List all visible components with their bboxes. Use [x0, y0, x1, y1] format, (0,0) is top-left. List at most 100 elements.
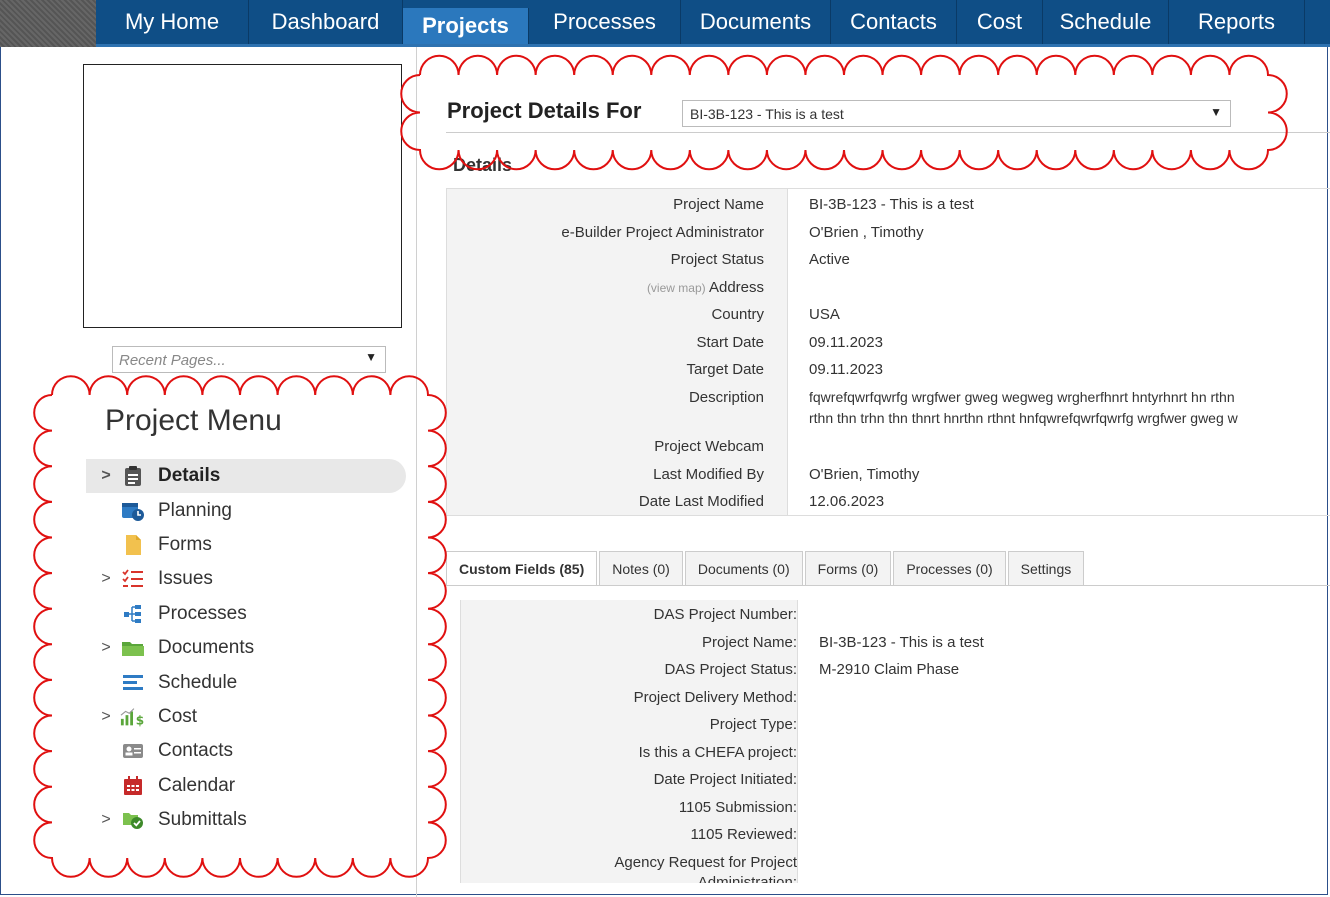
menu-item-label: Processes	[158, 602, 247, 624]
detail-label: Description	[688, 389, 764, 406]
menu-item-schedule[interactable]: Schedule	[86, 665, 406, 699]
menu-item-label: Forms	[158, 533, 212, 555]
tab-custom-fields[interactable]: Custom Fields (85)	[446, 551, 598, 586]
menu-item-label: Contacts	[158, 740, 233, 762]
menu-item-label: Issues	[158, 568, 213, 590]
detail-label: Project Status	[670, 251, 764, 268]
detail-value: 09.11.2023	[809, 361, 883, 378]
menu-item-issues[interactable]: > Issues	[86, 562, 406, 596]
detail-label: e-Builder Project Administrator	[561, 224, 764, 241]
nav-cost[interactable]: Cost	[957, 0, 1043, 44]
detail-label: Target Date	[686, 361, 764, 378]
nav-projects[interactable]: Projects	[403, 8, 529, 44]
menu-item-label: Submittals	[158, 809, 247, 831]
project-selector-value: BI-3B-123 - This is a test	[690, 106, 844, 122]
nav-reports[interactable]: Reports	[1169, 0, 1305, 44]
menu-item-cost[interactable]: > $ Cost	[86, 700, 406, 734]
tabs-divider	[446, 585, 1330, 586]
project-selector[interactable]: BI-3B-123 - This is a test ▼	[682, 100, 1231, 127]
schedule-bars-icon	[120, 672, 146, 694]
menu-item-label: Details	[158, 465, 221, 487]
menu-item-calendar[interactable]: Calendar	[86, 769, 406, 803]
folder-icon	[120, 637, 146, 659]
custom-field-label: Project Type:	[709, 716, 797, 733]
nav-schedule[interactable]: Schedule	[1043, 0, 1169, 44]
tab-notes[interactable]: Notes (0)	[599, 551, 683, 586]
tab-forms[interactable]: Forms (0)	[804, 551, 892, 586]
nav-logo-area	[0, 0, 96, 47]
sidebar-divider	[416, 47, 417, 897]
detail-value: 12.06.2023	[809, 493, 885, 510]
chevron-right-icon[interactable]: >	[86, 570, 116, 588]
menu-item-label: Planning	[158, 499, 232, 521]
custom-field-label: DAS Project Number:	[653, 606, 797, 623]
custom-field-label: Project Name:	[701, 634, 797, 651]
nav-contacts[interactable]: Contacts	[831, 0, 957, 44]
menu-item-label: Schedule	[158, 671, 238, 693]
menu-item-contacts[interactable]: Contacts	[86, 734, 406, 768]
custom-fields-table: DAS Project Number: Project Name: BI-3B-…	[460, 600, 1330, 883]
chevron-right-icon[interactable]: >	[86, 708, 116, 726]
chevron-right-icon[interactable]: >	[86, 639, 116, 657]
recent-pages-placeholder: Recent Pages...	[119, 352, 226, 369]
custom-field-label: DAS Project Status:	[664, 661, 797, 678]
project-menu-title: Project Menu	[105, 404, 282, 437]
custom-field-value: BI-3B-123 - This is a test	[819, 634, 984, 651]
calendar-clock-icon	[120, 500, 146, 522]
project-image-placeholder	[83, 64, 402, 328]
menu-item-processes[interactable]: Processes	[86, 597, 406, 631]
detail-value: 09.11.2023	[809, 334, 883, 351]
menu-item-documents[interactable]: > Documents	[86, 631, 406, 665]
custom-field-label: 1105 Submission:	[678, 799, 797, 816]
custom-field-label: 1105 Reviewed:	[690, 826, 797, 843]
tab-documents[interactable]: Documents (0)	[684, 551, 803, 586]
nav-dashboard[interactable]: Dashboard	[249, 0, 403, 44]
custom-field-label: Date Project Initiated:	[653, 771, 797, 788]
detail-label: Last Modified By	[653, 466, 764, 483]
detail-value: USA	[809, 306, 840, 323]
custom-field-label: Project Delivery Method:	[633, 689, 797, 706]
detail-value: rthn thn trhn thn thnrt hnrthn rthnt hnf…	[809, 410, 1238, 426]
top-navigation: My Home Dashboard Projects Processes Doc…	[96, 0, 1330, 47]
menu-item-forms[interactable]: Forms	[86, 528, 406, 562]
dropdown-caret-icon: ▼	[1210, 105, 1222, 119]
detail-value: O'Brien , Timothy	[809, 224, 924, 241]
chevron-right-icon[interactable]: >	[86, 811, 116, 829]
detail-label: Address	[708, 279, 764, 296]
nav-my-home[interactable]: My Home	[96, 0, 249, 44]
recent-pages-select[interactable]: Recent Pages... ▼	[112, 346, 386, 373]
view-map-link[interactable]: (view map)	[647, 281, 706, 295]
detail-address-label-group: (view map) Address	[647, 279, 764, 296]
detail-value: fqwrefqwrfqwrfg wrgfwer gweg wegweg wrgh…	[809, 389, 1235, 405]
clipboard-icon	[120, 465, 146, 487]
detail-value: O'Brien, Timothy	[809, 466, 920, 483]
detail-value: BI-3B-123 - This is a test	[809, 196, 974, 213]
menu-item-details[interactable]: > Details	[86, 459, 406, 494]
chevron-right-icon[interactable]: >	[86, 467, 116, 485]
calendar-icon	[120, 775, 146, 797]
project-menu-list: > Details Planning Forms > Issues Proces…	[86, 459, 406, 837]
custom-field-label: Administration:	[697, 874, 797, 883]
menu-item-label: Calendar	[158, 774, 236, 796]
detail-label: Start Date	[696, 334, 764, 351]
custom-field-label: Agency Request for Project	[614, 854, 797, 871]
cost-chart-icon: $	[120, 706, 146, 728]
process-tree-icon	[120, 603, 146, 625]
nav-documents[interactable]: Documents	[681, 0, 831, 44]
submittal-check-icon	[120, 809, 146, 831]
contact-card-icon	[120, 740, 146, 762]
tab-processes[interactable]: Processes (0)	[893, 551, 1006, 586]
menu-item-planning[interactable]: Planning	[86, 493, 406, 527]
dropdown-caret-icon: ▼	[365, 350, 377, 364]
menu-item-label: Cost	[158, 705, 198, 727]
detail-label: Project Name	[673, 196, 764, 213]
tab-settings[interactable]: Settings	[1007, 551, 1085, 586]
nav-processes[interactable]: Processes	[529, 0, 681, 44]
detail-label: Project Webcam	[654, 438, 764, 455]
menu-item-submittals[interactable]: > Submittals	[86, 803, 406, 837]
menu-item-label: Documents	[158, 637, 255, 659]
detail-label: Country	[711, 306, 764, 323]
details-section-heading: Details	[453, 155, 513, 175]
checklist-icon	[120, 568, 146, 590]
detail-tabs: Custom Fields (85) Notes (0) Documents (…	[446, 551, 1086, 586]
